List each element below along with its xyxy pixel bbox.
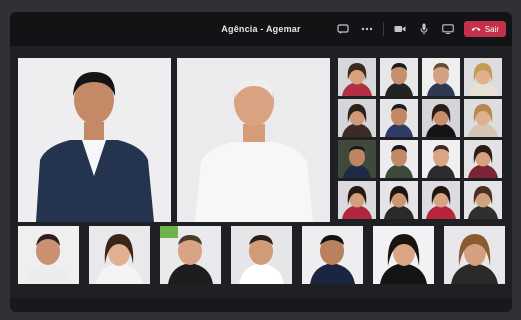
- share-screen-icon[interactable]: [440, 21, 456, 37]
- participant-avatar: [18, 226, 79, 284]
- camera-icon[interactable]: [392, 21, 408, 37]
- participant-avatar: [160, 226, 221, 284]
- participant-video-tile[interactable]: [338, 140, 376, 178]
- participant-avatar: [422, 181, 460, 219]
- meeting-titlebar: Agência - Agemar Sair: [10, 12, 512, 46]
- participant-video-tile[interactable]: [89, 226, 150, 284]
- participant-video-tile[interactable]: [422, 181, 460, 219]
- participant-video-tile[interactable]: [18, 226, 79, 284]
- participants-grid: [18, 58, 506, 304]
- phone-hangup-icon: [471, 25, 481, 34]
- participant-avatar: [422, 99, 460, 137]
- participant-avatar: [177, 58, 330, 222]
- meeting-window: Agência - Agemar Sair: [10, 12, 512, 312]
- participant-video-tile[interactable]: [380, 58, 418, 96]
- participant-avatar: [338, 58, 376, 96]
- participant-avatar: [464, 58, 502, 96]
- participant-avatar: [380, 58, 418, 96]
- chat-icon[interactable]: [335, 21, 351, 37]
- participant-video-tile[interactable]: [380, 99, 418, 137]
- participant-video-tile[interactable]: [464, 58, 502, 96]
- participant-avatar: [231, 226, 292, 284]
- participant-video-tile[interactable]: [338, 181, 376, 219]
- participant-video-tile[interactable]: [422, 140, 460, 178]
- participant-avatar: [464, 99, 502, 137]
- controls-divider: [382, 22, 384, 36]
- participant-avatar: [373, 226, 434, 284]
- call-controls: Sair: [335, 19, 506, 39]
- participant-video-tile[interactable]: [338, 58, 376, 96]
- participant-video-tile[interactable]: [373, 226, 434, 284]
- participant-avatar: [464, 140, 502, 178]
- participant-avatar: [422, 140, 460, 178]
- participant-avatar: [18, 58, 171, 222]
- window-footer: [10, 298, 512, 312]
- leave-call-label: Sair: [484, 24, 499, 34]
- participant-avatar: [380, 99, 418, 137]
- participant-avatar: [338, 140, 376, 178]
- leave-call-button[interactable]: Sair: [463, 21, 506, 37]
- participant-video-tile[interactable]: [18, 58, 171, 222]
- microphone-icon[interactable]: [416, 21, 432, 37]
- participant-avatar: [302, 226, 363, 284]
- participant-video-tile[interactable]: [422, 58, 460, 96]
- participant-avatar: [380, 140, 418, 178]
- participant-video-tile[interactable]: [464, 140, 502, 178]
- participant-video-tile[interactable]: [231, 226, 292, 284]
- participant-video-tile[interactable]: [380, 181, 418, 219]
- more-options-icon[interactable]: [359, 21, 375, 37]
- participant-video-tile[interactable]: [380, 140, 418, 178]
- participant-video-tile[interactable]: [160, 226, 221, 284]
- participant-avatar: [444, 226, 505, 284]
- participant-video-tile[interactable]: [302, 226, 363, 284]
- participant-avatar: [338, 99, 376, 137]
- participant-video-tile[interactable]: [444, 226, 505, 284]
- participant-avatar: [89, 226, 150, 284]
- participant-avatar: [422, 58, 460, 96]
- participant-avatar: [380, 181, 418, 219]
- participant-video-tile[interactable]: [422, 99, 460, 137]
- participant-avatar: [464, 181, 502, 219]
- participant-video-tile[interactable]: [177, 58, 330, 222]
- participant-avatar: [338, 181, 376, 219]
- participant-video-tile[interactable]: [464, 99, 502, 137]
- participant-video-tile[interactable]: [464, 181, 502, 219]
- participant-video-tile[interactable]: [338, 99, 376, 137]
